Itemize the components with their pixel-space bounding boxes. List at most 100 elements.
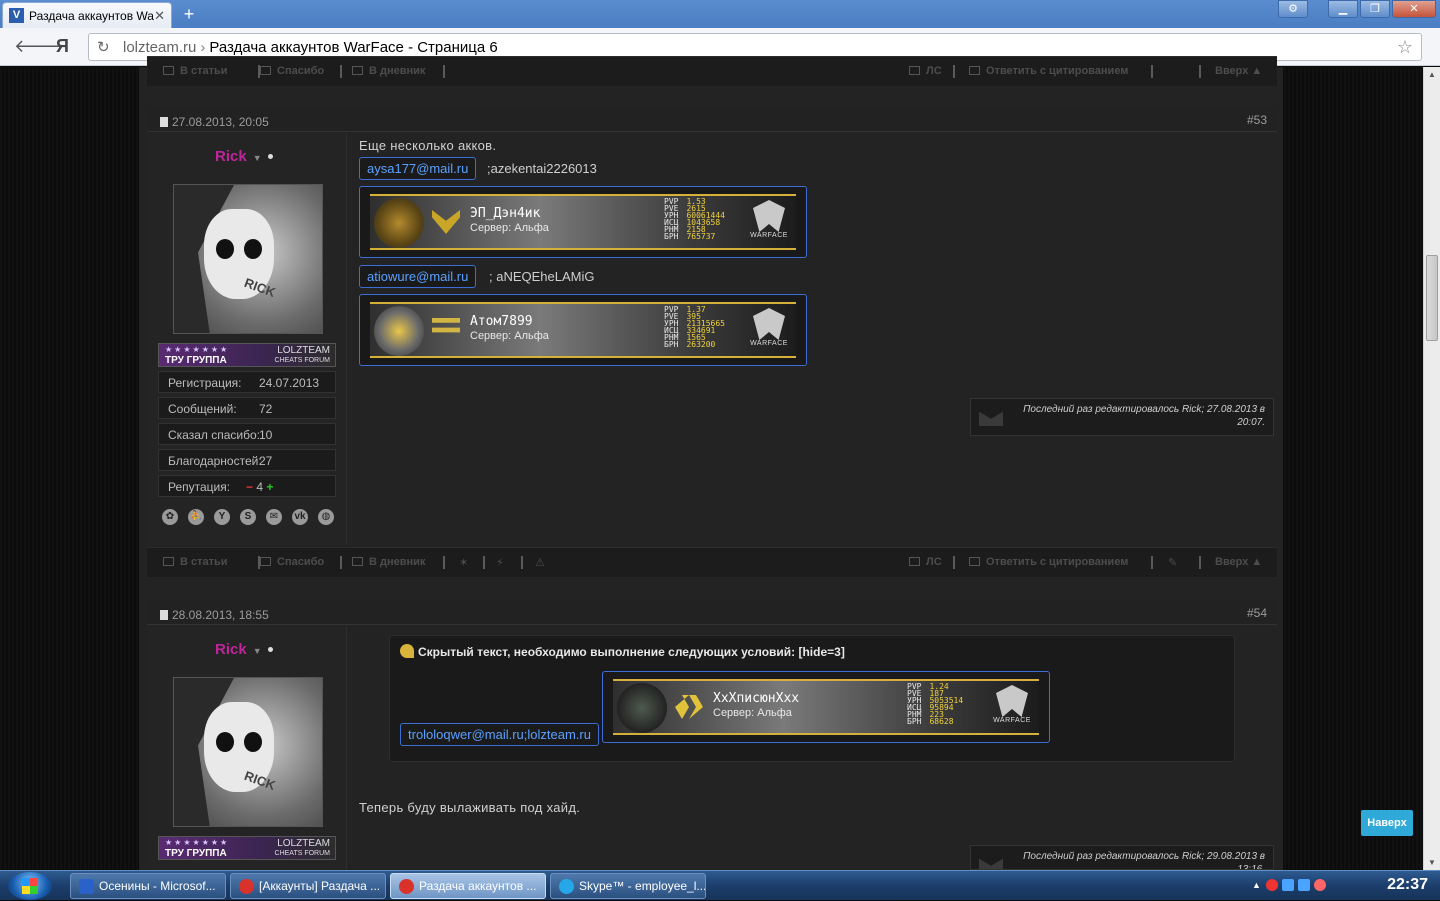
word-icon xyxy=(79,879,94,894)
show-hidden-icons-chevron-up-icon[interactable]: ▲ xyxy=(1252,880,1264,892)
taskbar-item-browser-1[interactable]: [Аккаунты] Раздача ... xyxy=(230,873,386,899)
yandex-logo-icon[interactable]: Я xyxy=(56,36,69,57)
taskbar-clock[interactable]: 22:37 xyxy=(1387,876,1428,894)
user-menu-chevron-down-icon[interactable]: ▼ xyxy=(253,646,262,656)
to-diary-button[interactable]: В дневник xyxy=(352,65,425,77)
start-button[interactable] xyxy=(8,872,52,900)
new-tab-button[interactable]: + xyxy=(178,4,200,24)
aim-icon[interactable]: ⛹ xyxy=(188,509,204,525)
thanks-icon xyxy=(260,66,271,75)
quick-reply-icon[interactable]: ✎ xyxy=(1168,556,1177,569)
taskbar-item-browser-2[interactable]: Раздача аккаунтов ... xyxy=(390,873,546,899)
hidden-content-header: Скрытый текст, необходимо выполнение сле… xyxy=(400,644,845,659)
username-link[interactable]: Rick ▼ xyxy=(215,641,273,658)
scroll-down-arrow-icon[interactable]: ▼ xyxy=(1428,858,1436,867)
user-group: ТРУ ГРУППА xyxy=(165,355,227,366)
post-intro-text: Еще несколько акков. xyxy=(359,138,497,153)
user-rank-banner: ★★★★★★★ ТРУ ГРУППА LOLZTEAM CHEATS FORUM xyxy=(158,836,336,860)
reply-quote-button[interactable]: Ответить с цитированием xyxy=(969,65,1128,77)
close-tab-icon[interactable]: ✕ xyxy=(154,8,165,24)
icq-icon[interactable]: ✿ xyxy=(162,509,178,525)
player-card[interactable]: ЭП_Дэн4ик Сервер: Альфа PVP 1.53 PVE 2615 … xyxy=(359,186,807,258)
player-stats: PVP 1.53 PVE 2615 УРН 60061444 ИСЦ 1043658 Р… xyxy=(664,197,725,241)
browser-tab-active[interactable]: V Раздача аккаунтов Wa ✕ xyxy=(2,2,172,28)
star-icon[interactable]: ✶ xyxy=(459,556,468,569)
avatar[interactable]: RICK xyxy=(173,677,323,827)
windows-logo-icon xyxy=(22,878,38,894)
user-info-pane: Rick ▼ RICK ★★★★★★★ ТРУ ГРУППА LOLZTEAM CH… xyxy=(147,133,347,545)
lifebuoy-icon[interactable] xyxy=(1314,879,1326,891)
rep-plus-icon[interactable]: + xyxy=(266,480,273,494)
page-scrollbar[interactable]: ▲ ▼ xyxy=(1423,67,1440,870)
articles-icon xyxy=(163,557,174,566)
username-link[interactable]: Rick ▼ xyxy=(215,148,273,165)
report-warning-icon[interactable]: ⚠ xyxy=(535,556,545,569)
post-number-link[interactable]: #54 xyxy=(1247,606,1267,620)
reload-icon[interactable]: ↻ xyxy=(97,38,110,56)
mail-icon xyxy=(909,66,920,75)
account-email-link[interactable]: trololoqwer@mail.ru;lolzteam.ru xyxy=(400,723,599,746)
private-message-button[interactable]: ЛС xyxy=(909,556,942,568)
post-number-link[interactable]: #53 xyxy=(1247,113,1267,127)
player-nick: XxXписюнXxx xyxy=(713,691,800,706)
to-articles-button[interactable]: В статьи xyxy=(163,65,228,77)
vk-icon[interactable]: vk xyxy=(292,509,308,525)
stat-reputation: Репутация: − 4 + xyxy=(158,475,336,497)
player-card[interactable]: Атом7899 Сервер: Альфа PVP 1.37 PVE 395 УР… xyxy=(359,294,807,366)
player-server: Сервер: Альфа xyxy=(470,222,549,234)
edit-note: Последний раз редактировалось Rick; 29.0… xyxy=(970,845,1274,870)
taskbar-item-word[interactable]: Осенины - Microsof... xyxy=(70,873,226,899)
to-diary-button[interactable]: В дневник xyxy=(352,556,425,568)
minimize-button[interactable]: ▁ xyxy=(1328,0,1358,18)
scrollbar-thumb[interactable] xyxy=(1426,255,1438,341)
lightning-icon[interactable]: ⚡ xyxy=(496,556,504,569)
yandex-browser-icon xyxy=(239,879,254,894)
back-to-top-link[interactable]: Вверх ▲ xyxy=(1215,65,1262,77)
post-body-text: Теперь буду вылаживать под хайд. xyxy=(359,800,581,815)
back-to-top-link[interactable]: Вверх ▲ xyxy=(1215,556,1262,568)
player-stats: PVP 1.37 PVE 395 УРН 21315665 ИСЦ 334691 РНМ… xyxy=(664,305,725,349)
email-icon[interactable]: ✉ xyxy=(266,509,282,525)
player-server: Сервер: Альфа xyxy=(470,330,549,342)
stat-said-thanks: Сказал спасибо: 10 xyxy=(158,423,336,445)
taskbar-item-skype[interactable]: Skype™ - employee_l... xyxy=(550,873,706,899)
close-window-button[interactable]: ✕ xyxy=(1392,0,1436,18)
scroll-to-top-button[interactable]: Наверх xyxy=(1361,810,1413,836)
network-icon[interactable] xyxy=(1282,879,1294,891)
diary-icon xyxy=(352,557,363,566)
scroll-up-arrow-icon[interactable]: ▲ xyxy=(1428,70,1436,79)
thanks-button[interactable]: Спасибо xyxy=(260,65,324,77)
bookmark-star-icon[interactable]: ☆ xyxy=(1397,37,1413,58)
online-status-icon xyxy=(267,154,273,159)
rep-minus-icon[interactable]: − xyxy=(246,480,253,494)
no-entry-icon[interactable] xyxy=(1266,879,1278,891)
edit-note: Последний раз редактировалось Rick; 27.0… xyxy=(970,398,1274,436)
account-email-link[interactable]: atiowure@mail.ru xyxy=(359,265,477,288)
address-host: lolzteam.ru xyxy=(123,39,197,56)
display-icon[interactable] xyxy=(1298,879,1310,891)
user-menu-chevron-down-icon[interactable]: ▼ xyxy=(253,153,262,163)
reply-quote-button[interactable]: Ответить с цитированием xyxy=(969,556,1128,568)
yahoo-icon[interactable]: Y xyxy=(214,509,230,525)
maximize-button[interactable]: ❐ xyxy=(1360,0,1390,18)
private-message-button[interactable]: ЛС xyxy=(909,65,942,77)
clan-emblem-icon xyxy=(374,306,424,356)
forum-badge: LOLZTEAM CHEATS FORUM xyxy=(274,838,330,858)
rank-stars: ★★★★★★★ xyxy=(165,345,230,354)
skype-icon[interactable]: S xyxy=(240,509,256,525)
thanks-button[interactable]: Спасибо xyxy=(260,556,324,568)
rank-insignia-icon xyxy=(675,695,703,719)
user-group: ТРУ ГРУППА xyxy=(165,848,227,859)
account-email-link[interactable]: aysa177@mail.ru xyxy=(359,157,477,180)
to-articles-button[interactable]: В статьи xyxy=(163,556,228,568)
avatar[interactable]: RICK xyxy=(173,184,323,334)
site-favicon-icon: V xyxy=(9,8,24,23)
user-info-pane: Rick ▼ RICK ★★★★★★★ ТРУ ГРУППА LOLZTEAM CH… xyxy=(147,626,347,870)
website-icon[interactable]: ◍ xyxy=(318,509,334,525)
post-date: 27.08.2013, 20:05 xyxy=(160,115,269,129)
warface-logo-icon: WARFACE xyxy=(746,306,792,356)
warface-logo-icon: WARFACE xyxy=(746,198,792,248)
settings-gear-icon[interactable]: ⚙ xyxy=(1278,0,1308,18)
player-card[interactable]: XxXписюнXxx Сервер: Альфа PVP 1.24 PVE 187… xyxy=(602,671,1050,743)
diary-icon xyxy=(352,66,363,75)
